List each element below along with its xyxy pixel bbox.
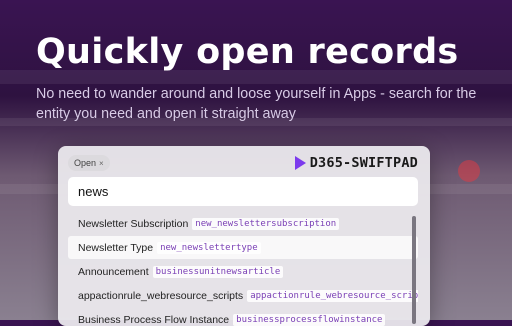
swiftpad-panel: Open× D365-SWIFTPAD Newsletter Subscript… — [58, 146, 430, 326]
result-label: Announcement — [78, 265, 149, 278]
results-list: Newsletter Subscription new_newslettersub… — [68, 212, 418, 326]
result-row[interactable]: Business Process Flow Instance businesspr… — [68, 308, 418, 326]
result-label: Newsletter Type — [78, 241, 154, 254]
hero: Quickly open records No need to wander a… — [36, 30, 500, 124]
play-logo-icon — [294, 156, 306, 170]
scrollbar[interactable] — [412, 216, 416, 324]
close-icon[interactable]: × — [99, 159, 104, 168]
result-row[interactable]: appactionrule_webresource_scripts appacti… — [68, 284, 418, 307]
mode-chip[interactable]: Open × — [68, 155, 110, 171]
result-row[interactable]: Announcement businessunitnewsarticle — [68, 260, 418, 283]
hero-subtitle: No need to wander around and loose yours… — [36, 86, 477, 122]
result-logical-name: businessunitnewsarticle — [152, 265, 284, 278]
result-logical-name: new_newslettersubscription — [192, 217, 340, 230]
search-input[interactable] — [68, 177, 418, 206]
result-row[interactable]: Newsletter Subscription new_newslettersub… — [68, 212, 418, 235]
hero-title: Quickly open records — [36, 32, 459, 72]
result-label: Newsletter Subscription — [78, 217, 189, 230]
result-row[interactable]: Newsletter Type new_newslettertype — [68, 236, 418, 259]
background-avatar — [458, 160, 480, 182]
result-label: appactionrule_webresource_scripts — [78, 289, 244, 302]
brand-name: D365-SWIFTPAD — [309, 155, 418, 171]
brand: D365-SWIFTPAD — [294, 153, 418, 173]
result-logical-name: new_newslettertype — [157, 241, 261, 254]
mode-chip-label: Open — [74, 158, 97, 168]
panel-header: Open × D365-SWIFTPAD — [68, 153, 418, 173]
result-logical-name: appactionrule_webresource_scripts — [247, 289, 418, 302]
